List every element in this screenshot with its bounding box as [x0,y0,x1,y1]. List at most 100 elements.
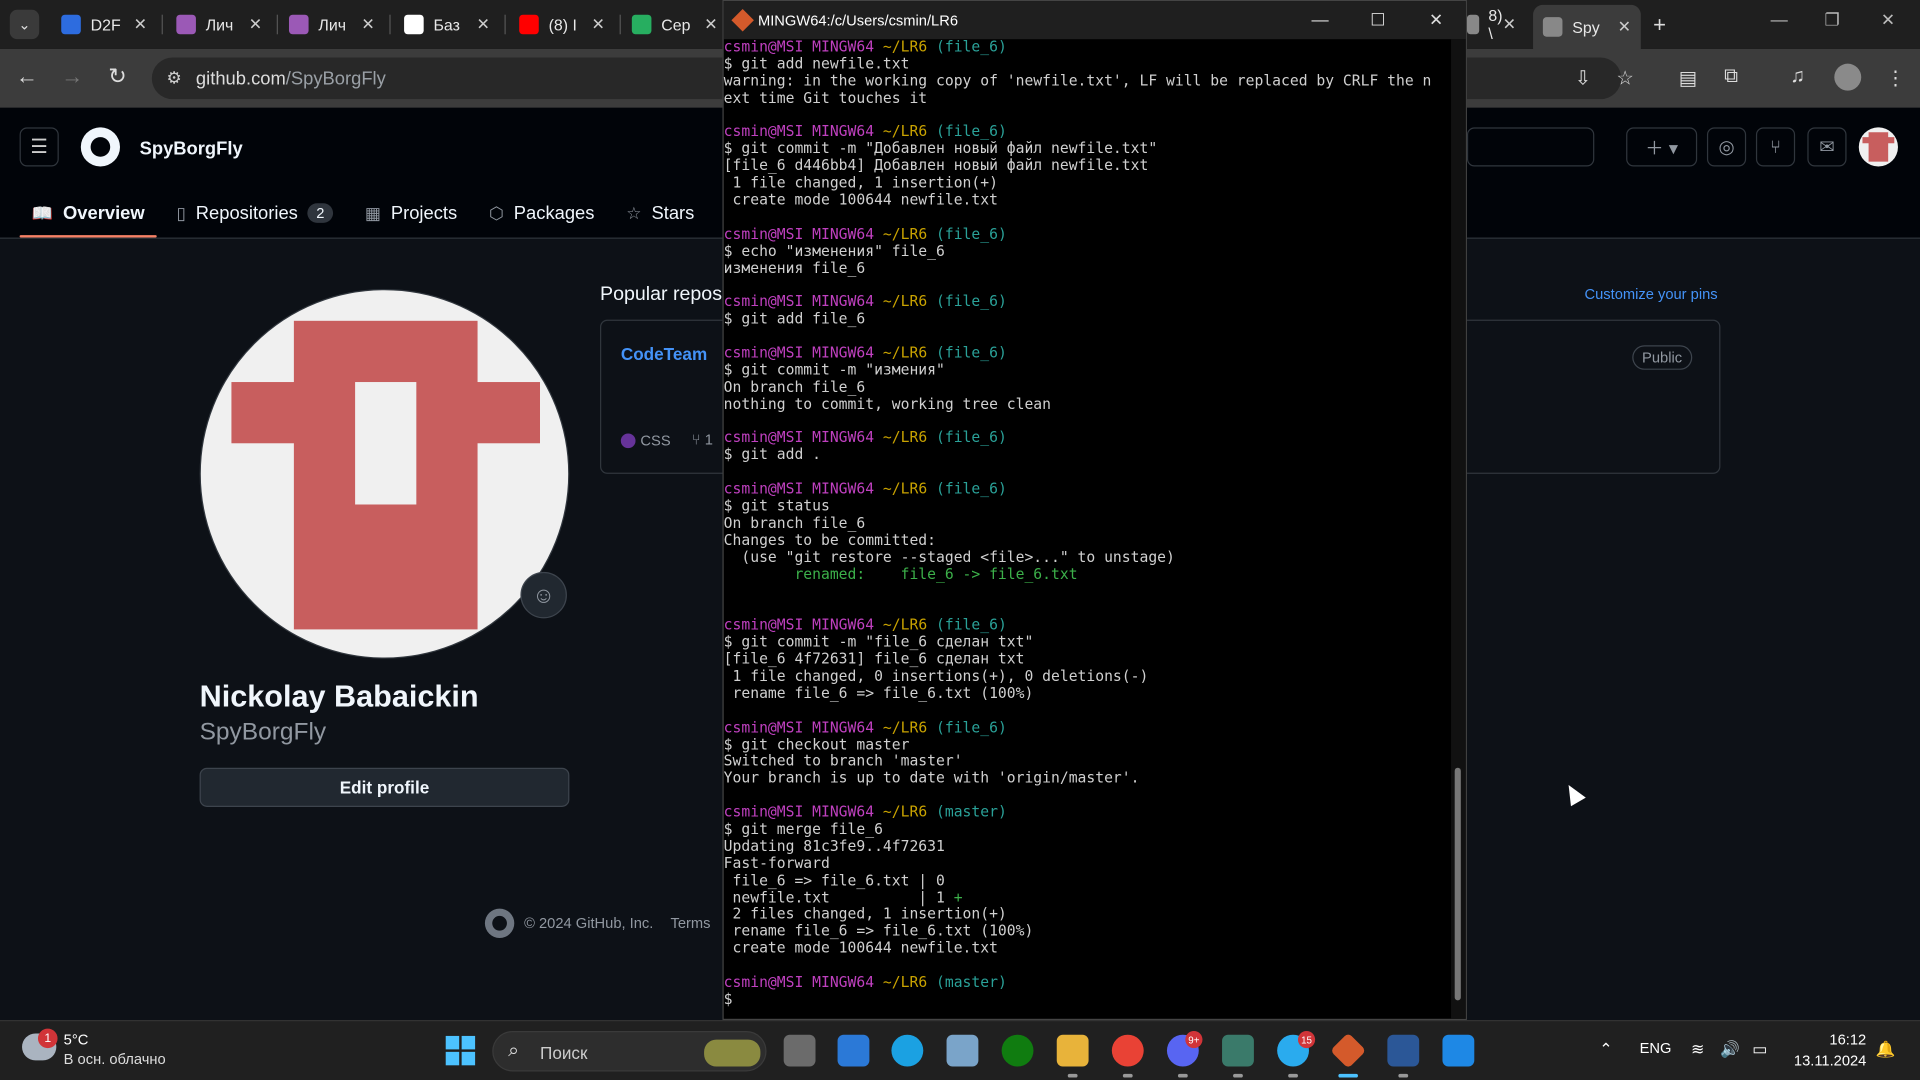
terminal-minimize-icon[interactable]: — [1311,10,1328,30]
hamburger-menu-icon[interactable]: ☰ [19,127,59,167]
browser-tab[interactable]: Лич ✕ [167,7,272,41]
app-window-icon[interactable] [1222,1034,1254,1067]
telegram-running-indicator [1288,1073,1298,1078]
browser-tab[interactable]: Баз ✕ [394,7,499,41]
input-language[interactable]: ENG [1640,1040,1672,1057]
weather-description[interactable]: В осн. облачно [64,1051,166,1068]
edge-browser-icon[interactable] [891,1034,924,1067]
browser-tab[interactable]: Spy ✕ [1533,4,1641,49]
git-bash-taskbar-icon[interactable] [1330,1032,1367,1069]
tab-close-icon[interactable]: ✕ [249,15,262,35]
footer-terms-link[interactable]: Terms [670,915,710,932]
issues-icon[interactable]: ◎ [1706,127,1747,167]
terminal-scrollbar[interactable] [1451,39,1466,1019]
terminal-output[interactable]: csmin@MSI MINGW64 ~/LR6 (file_6) $ git ad… [724,39,1451,1019]
browser-tab[interactable]: (8) I ✕ [509,7,614,41]
clock-date[interactable]: 13.11.2024 [1794,1052,1866,1069]
browser-tab[interactable]: Сер ✕ [622,7,727,41]
terminal-line: [file_6 d446bb4] Добавлен новый файл new… [723,157,1149,175]
browser-restore-icon[interactable]: ❐ [1825,10,1840,31]
word-icon[interactable] [1387,1034,1420,1067]
github-footer-logo-icon[interactable] [484,908,515,938]
tab-packages[interactable]: ⬡ Packages [477,189,607,238]
terminal-titlebar[interactable]: MINGW64:/c/Users/csmin/LR6 — ☐ ✕ [723,1,1466,40]
github-logo-icon[interactable] [80,127,121,167]
tab-search-chevron-icon[interactable]: ⌄ [9,9,40,40]
reload-icon[interactable]: ↻ [103,64,132,90]
terminal-close-icon[interactable]: ✕ [1429,10,1443,31]
github-footer: © 2024 GitHub, Inc. Terms [484,908,710,938]
book-icon: 📖 [31,202,54,223]
extensions-puzzle-icon[interactable]: ⧉ [1724,66,1738,88]
media-controls-icon[interactable]: ♫ [1790,66,1805,88]
create-new-button[interactable]: ＋ ▾ [1626,127,1698,167]
site-info-icon[interactable]: ⚙ [167,67,182,88]
user-avatar[interactable] [1858,127,1898,167]
tab-close-icon[interactable]: ✕ [704,15,717,35]
tab-close-icon[interactable]: ✕ [361,15,374,35]
header-username[interactable]: SpyBorgFly [140,138,243,159]
browser-tab[interactable]: D2F ✕ [51,7,156,41]
task-view-icon[interactable] [783,1034,816,1067]
battery-icon[interactable]: ▭ [1752,1040,1767,1060]
discord-badge: 9+ [1185,1031,1203,1049]
clock-time[interactable]: 16:12 [1829,1031,1866,1048]
discord-running-indicator [1177,1073,1188,1078]
bookmark-star-icon[interactable]: ☆ [1616,66,1634,90]
start-windows-icon[interactable] [445,1035,476,1066]
repo-forks[interactable]: ⑂ 1 [692,431,713,448]
tab-projects[interactable]: ▦ Projects [353,189,470,238]
tab-close-icon[interactable]: ✕ [592,15,605,35]
install-app-icon[interactable]: ⇩ [1575,66,1591,90]
terminal-window[interactable]: MINGW64:/c/Users/csmin/LR6 — ☐ ✕ csmin@M… [722,0,1467,1021]
notification-bell-icon[interactable]: 🔔 [1876,1040,1896,1060]
pull-requests-icon[interactable]: ⑂ [1755,127,1796,167]
volume-icon[interactable]: 🔊 [1720,1040,1740,1060]
edit-profile-button[interactable]: Edit profile [199,767,570,807]
tab-close-icon[interactable]: ✕ [476,15,489,35]
new-tab-icon[interactable]: + [1653,12,1666,38]
terminal-line: $ git checkout master [723,735,910,753]
xbox-icon[interactable] [1001,1034,1034,1067]
tray-chevron-up-icon[interactable]: ⌃ [1599,1040,1612,1060]
browser-minimize-icon[interactable]: — [1771,10,1788,30]
tab-label: Spy [1572,17,1600,37]
terminal-maximize-icon[interactable]: ☐ [1370,10,1385,31]
back-arrow-icon[interactable]: ← [12,64,41,90]
browser-menu-icon[interactable]: ⋮ [1886,66,1906,90]
browser-tab[interactable]: 8) \ ✕ [1457,6,1526,43]
set-status-smiley-icon[interactable]: ☺ [520,571,567,619]
inbox-icon[interactable]: ✉ [1807,127,1847,167]
microsoft-store-icon[interactable] [837,1034,870,1067]
tab-stars[interactable]: ☆ Stars [614,189,707,238]
app-icon[interactable] [946,1034,979,1067]
customize-pins-link[interactable]: Customize your pins [1585,285,1718,302]
terminal-scrollbar-thumb[interactable] [1454,767,1461,1001]
tab-overview[interactable]: 📖 Overview [19,189,158,238]
profile-avatar[interactable] [199,288,570,659]
browser-close-icon[interactable]: ✕ [1881,10,1895,31]
tab-favicon-icon [288,14,309,35]
search-input[interactable] [1466,127,1595,167]
app-blue-icon[interactable] [1442,1034,1475,1067]
taskbar-search-box[interactable]: ⌕ Поиск [492,1031,767,1072]
profile-login: SpyBorgFly [199,718,327,746]
extension-icon[interactable]: ▤ [1679,66,1698,90]
terminal-line: [file_6 4f72631] file_6 сделан txt [723,650,1025,668]
weather-temperature[interactable]: 5°C [64,1031,89,1048]
chrome-icon[interactable] [1111,1034,1144,1067]
terminal-line: csmin@MSI MINGW64 ~/LR6 (file_6) [723,480,1007,498]
weather-badge: 1 [37,1028,58,1049]
repo-name-link[interactable]: CodeTeam [621,344,707,364]
browser-profile-avatar[interactable] [1834,63,1862,91]
forward-arrow-icon[interactable]: → [58,64,87,90]
tab-repositories[interactable]: ▯ Repositories 2 [164,189,345,238]
tab-close-icon[interactable]: ✕ [134,15,147,35]
tab-close-icon[interactable]: ✕ [1503,15,1516,35]
file-explorer-icon[interactable] [1056,1034,1089,1067]
tab-close-icon[interactable]: ✕ [1618,17,1631,37]
terminal-line: csmin@MSI MINGW64 ~/LR6 (master) [723,973,1007,991]
browser-tab[interactable]: Лич ✕ [279,7,384,41]
wifi-icon[interactable]: ≋ [1691,1040,1704,1060]
